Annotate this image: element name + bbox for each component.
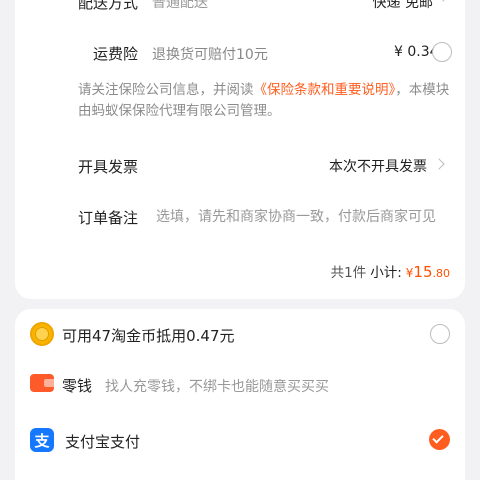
- alipay-option-label[interactable]: 支付宝支付: [65, 431, 140, 452]
- shipping-insurance-radio[interactable]: [432, 42, 452, 62]
- shipping-insurance-description: 退换货可赔付10元: [152, 47, 268, 63]
- order-options-card: 配送方式 普通配送 快递 免邮 运费险 退换货可赔付10元 ¥ 0.34 请关注…: [15, 0, 465, 299]
- invoice-label: 开具发票: [78, 158, 139, 176]
- coin-icon: [30, 322, 54, 346]
- delivery-label: 配送方式: [78, 0, 139, 12]
- order-note-input[interactable]: [156, 205, 446, 229]
- insurance-terms-link[interactable]: 《保险条款和重要说明》: [254, 82, 396, 98]
- coin-deduction-label: 可用47淘金币抵用0.47元: [62, 327, 235, 345]
- invoice-value[interactable]: 本次不开具发票: [329, 156, 427, 176]
- shipping-insurance-label: 运费险: [93, 45, 139, 63]
- wallet-option-description: 找人充零钱，不绑卡也能随意买买买: [105, 379, 329, 395]
- wallet-option-label[interactable]: 零钱: [62, 375, 92, 396]
- delivery-value[interactable]: 快递 免邮: [373, 0, 433, 12]
- order-subtotal: 共1件 小计: ¥15.80: [331, 261, 450, 281]
- alipay-selected-check-icon[interactable]: [429, 429, 450, 450]
- delivery-method: 普通配送: [152, 0, 208, 11]
- insurance-notice: 请关注保险公司信息，并阅读《保险条款和重要说明》，本模块由蚂蚁保保险代理有限公司…: [78, 80, 458, 122]
- insurance-notice-text: 请关注保险公司信息，并阅读: [78, 82, 254, 98]
- payment-methods-card: 可用47淘金币抵用0.47元 零钱 找人充零钱，不绑卡也能随意买买买 支 支付宝…: [15, 309, 465, 480]
- alipay-icon: 支: [30, 428, 54, 452]
- coin-deduction-radio[interactable]: [430, 324, 450, 344]
- wallet-icon: [30, 374, 54, 392]
- chevron-right-icon[interactable]: [433, 158, 445, 170]
- subtotal-integer: 15: [413, 263, 433, 281]
- chevron-right-icon[interactable]: [437, 0, 449, 2]
- subtotal-decimal: .80: [432, 267, 451, 280]
- item-count: 共1件: [330, 265, 367, 281]
- subtotal-label: 小计:: [370, 265, 402, 281]
- order-note-label: 订单备注: [78, 209, 139, 227]
